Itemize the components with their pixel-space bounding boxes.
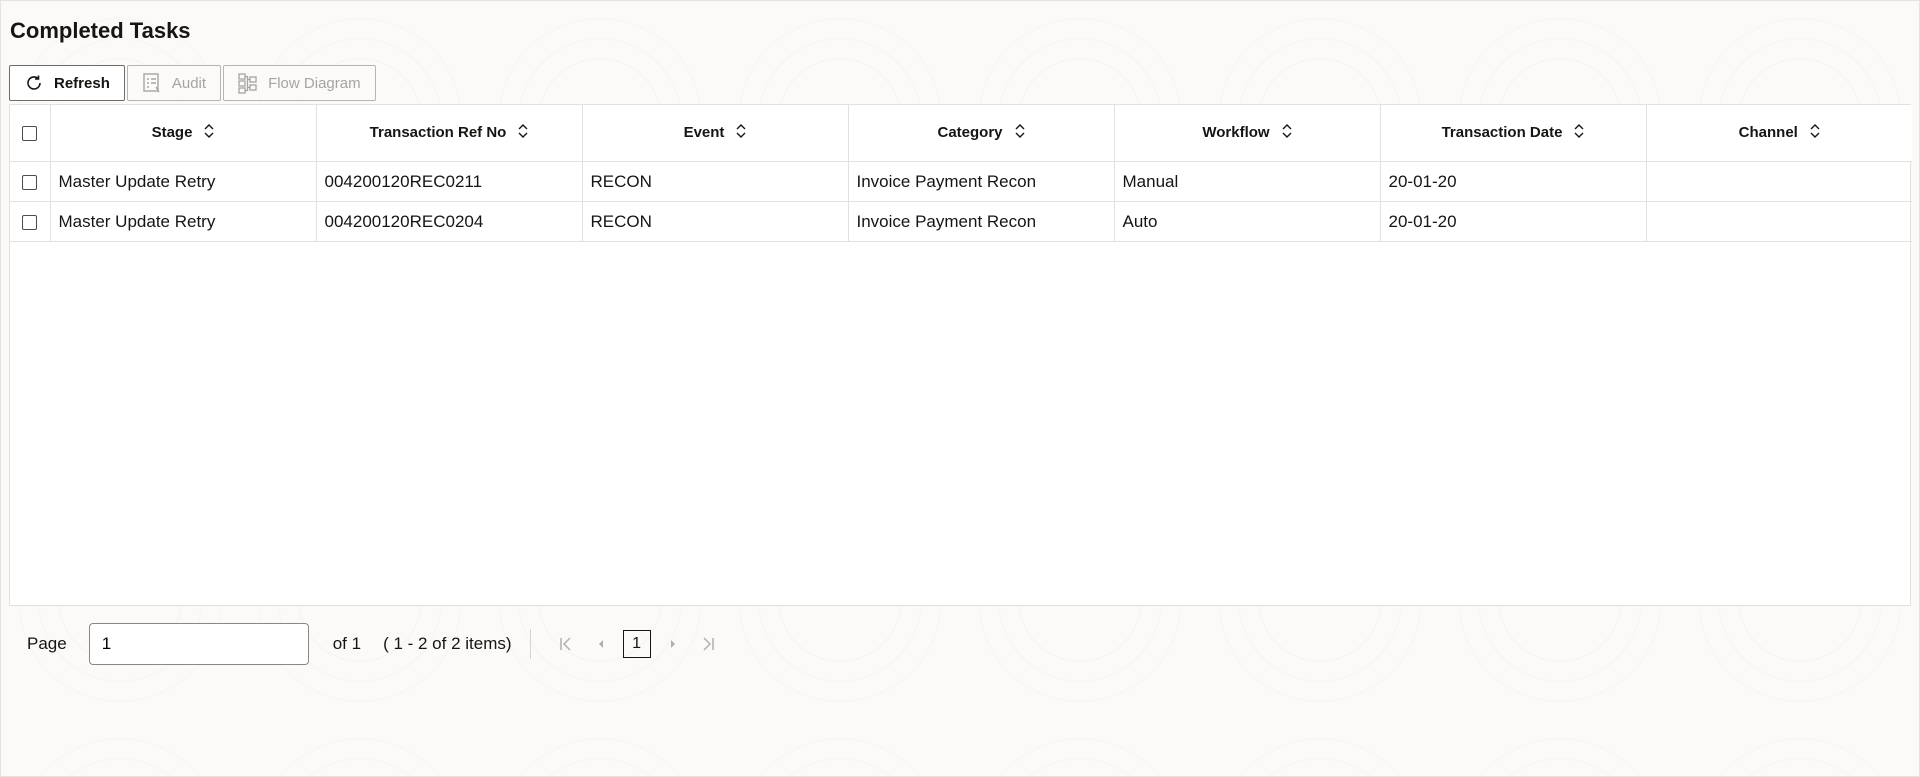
column-header-transaction-ref-no[interactable]: Transaction Ref No — [316, 105, 583, 162]
table-row[interactable]: Master Update Retry 004200120REC0204 REC… — [10, 201, 1912, 242]
page-number-input[interactable] — [88, 623, 309, 665]
page-title: Completed Tasks — [10, 18, 191, 43]
sort-icon[interactable] — [1282, 124, 1292, 142]
sort-icon[interactable] — [736, 124, 746, 142]
first-page-icon[interactable] — [549, 636, 583, 652]
cell-channel — [1646, 161, 1912, 202]
refresh-icon — [24, 73, 44, 93]
flow-diagram-button[interactable]: Flow Diagram — [223, 65, 376, 101]
flow-diagram-label: Flow Diagram — [268, 74, 361, 92]
page-count-text: of 1 — [332, 634, 362, 653]
flow-diagram-icon — [238, 72, 258, 94]
cell-workflow: Manual — [1114, 161, 1381, 202]
sort-icon[interactable] — [518, 124, 528, 142]
audit-button[interactable]: Audit — [126, 65, 222, 101]
select-all-cell — [10, 105, 51, 162]
cell-event: RECON — [582, 161, 849, 202]
column-header-event[interactable]: Event — [582, 105, 849, 162]
sort-icon[interactable] — [1574, 124, 1584, 142]
cell-ref-no: 004200120REC0204 — [316, 201, 583, 242]
refresh-label: Refresh — [54, 74, 110, 92]
cell-stage: Master Update Retry — [50, 201, 317, 242]
previous-page-icon[interactable] — [583, 636, 617, 652]
sort-icon[interactable] — [1810, 124, 1820, 142]
column-header-workflow[interactable]: Workflow — [1114, 105, 1381, 162]
audit-label: Audit — [171, 74, 207, 92]
column-header-stage[interactable]: Stage — [50, 105, 317, 162]
refresh-button[interactable]: Refresh — [9, 65, 125, 101]
toolbar: Refresh Audit Flow Diagram — [9, 65, 378, 101]
row-checkbox[interactable] — [22, 174, 38, 190]
column-header-transaction-date[interactable]: Transaction Date — [1380, 105, 1647, 162]
next-page-icon[interactable] — [657, 636, 691, 652]
row-checkbox[interactable] — [22, 214, 38, 230]
items-count-text: ( 1 - 2 of 2 items) — [383, 634, 512, 653]
row-select-cell — [10, 161, 51, 202]
column-header-channel[interactable]: Channel — [1646, 105, 1912, 162]
row-select-cell — [10, 201, 51, 242]
cell-date: 20-01-20 — [1380, 201, 1647, 242]
cell-channel — [1646, 201, 1912, 242]
cell-category: Invoice Payment Recon — [848, 161, 1115, 202]
last-page-icon[interactable] — [691, 636, 725, 652]
sort-icon[interactable] — [1015, 124, 1025, 142]
pager-divider — [529, 629, 531, 659]
cell-event: RECON — [582, 201, 849, 242]
sort-icon[interactable] — [204, 124, 214, 142]
pagination: Page of 1 ( 1 - 2 of 2 items) 1 — [27, 623, 725, 665]
completed-tasks-table: Stage Transaction Ref No Event Category … — [9, 104, 1912, 606]
page-label: Page — [27, 634, 67, 653]
select-all-checkbox[interactable] — [22, 126, 38, 142]
cell-category: Invoice Payment Recon — [848, 201, 1115, 242]
cell-workflow: Auto — [1114, 201, 1381, 242]
cell-stage: Master Update Retry — [50, 161, 317, 202]
cell-date: 20-01-20 — [1380, 161, 1647, 202]
table-row[interactable]: Master Update Retry 004200120REC0211 REC… — [10, 161, 1912, 202]
cell-ref-no: 004200120REC0211 — [316, 161, 583, 202]
audit-icon — [142, 72, 162, 94]
column-header-category[interactable]: Category — [848, 105, 1115, 162]
table-header-row: Stage Transaction Ref No Event Category … — [10, 105, 1912, 162]
current-page-number[interactable]: 1 — [622, 630, 651, 658]
